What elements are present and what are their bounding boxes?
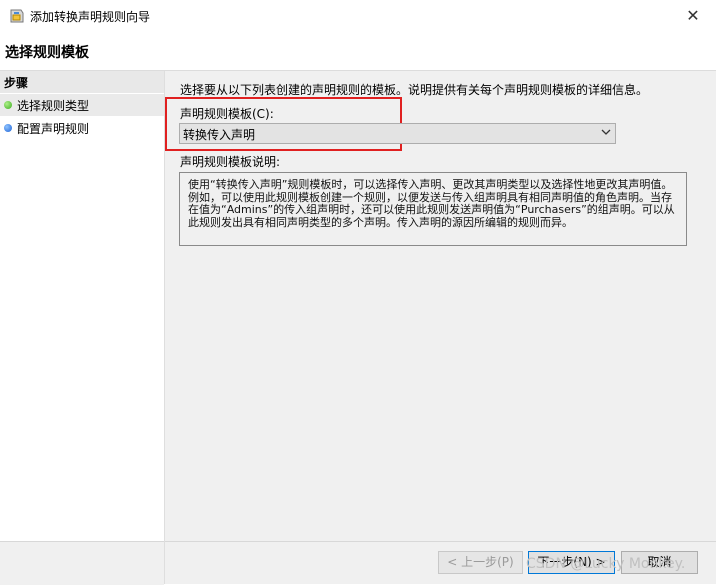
back-button[interactable]: < 上一步(P) xyxy=(438,551,523,574)
steps-footer xyxy=(0,541,164,585)
step-label: 选择规则类型 xyxy=(17,99,90,113)
template-select-value: 转换传入声明 xyxy=(183,128,256,142)
step-configure-claim-rule[interactable]: 配置声明规则 xyxy=(0,117,164,139)
status-dot-green-icon xyxy=(4,101,12,109)
description-text: 使用“转换传入声明”规则模板时，可以选择传入声明、更改其声明类型以及选择性地更改… xyxy=(188,178,675,229)
chevron-down-icon xyxy=(600,125,612,142)
page-title: 选择规则模板 xyxy=(5,45,89,61)
description-label: 声明规则模板说明: xyxy=(180,155,281,169)
template-select[interactable]: 转换传入声明 xyxy=(179,123,616,144)
wizard-window: 添加转换声明规则向导 ✕ 选择规则模板 步骤 选择规则类型 配置声明规则 选择要… xyxy=(0,0,716,585)
page-header: 选择规则模板 xyxy=(0,32,716,71)
app-icon xyxy=(8,8,25,25)
close-icon[interactable]: ✕ xyxy=(680,4,706,28)
footer-divider xyxy=(165,541,716,542)
template-label: 声明规则模板(C): xyxy=(180,107,274,121)
step-label: 配置声明规则 xyxy=(17,122,90,136)
watermark: CSDN @Lucky Monkey. xyxy=(526,556,686,572)
intro-text: 选择要从以下列表创建的声明规则的模板。说明提供有关每个声明规则模板的详细信息。 xyxy=(180,83,649,97)
description-box: 使用“转换传入声明”规则模板时，可以选择传入声明、更改其声明类型以及选择性地更改… xyxy=(179,172,687,246)
step-select-rule-type[interactable]: 选择规则类型 xyxy=(0,94,164,116)
window-title: 添加转换声明规则向导 xyxy=(30,10,151,24)
steps-heading-label: 步骤 xyxy=(4,76,29,90)
status-dot-blue-icon xyxy=(4,124,12,132)
steps-heading: 步骤 xyxy=(0,71,164,93)
title-bar: 添加转换声明规则向导 ✕ xyxy=(0,0,716,32)
steps-pane: 步骤 选择规则类型 配置声明规则 xyxy=(0,71,165,585)
main-pane: 选择要从以下列表创建的声明规则的模板。说明提供有关每个声明规则模板的详细信息。 … xyxy=(165,71,716,584)
